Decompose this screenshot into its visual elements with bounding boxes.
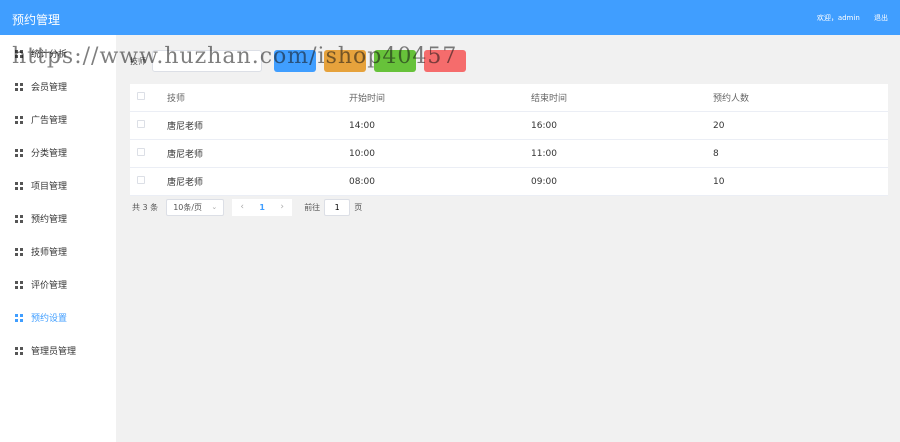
chevron-down-icon: ⌄ bbox=[211, 203, 218, 211]
grid-icon bbox=[15, 247, 23, 256]
sidebar-item-label: 预约设置 bbox=[31, 314, 68, 324]
grid-icon bbox=[15, 82, 23, 91]
technician-search-input[interactable] bbox=[152, 50, 262, 72]
sidebar-item-technicians[interactable]: 技师管理 bbox=[0, 235, 116, 268]
sidebar-item-members[interactable]: 会员管理 bbox=[0, 70, 116, 103]
table-cell: 20 bbox=[713, 120, 725, 131]
table-row[interactable]: 唐尼老师 14:00 16:00 20 bbox=[130, 112, 888, 140]
goto-page-input[interactable] bbox=[324, 198, 351, 216]
current-page[interactable]: 1 bbox=[252, 198, 273, 216]
sidebar-item-label: 管理员管理 bbox=[31, 347, 77, 357]
sidebar-item-appointment-settings[interactable]: 预约设置 bbox=[0, 301, 116, 334]
grid-icon bbox=[15, 49, 23, 58]
sidebar-item-label: 广告管理 bbox=[31, 116, 68, 126]
grid-icon bbox=[15, 346, 23, 355]
add-button[interactable] bbox=[324, 50, 366, 72]
row-checkbox[interactable] bbox=[137, 120, 145, 128]
next-page-icon[interactable]: › bbox=[272, 198, 293, 216]
sidebar-item-label: 会员管理 bbox=[31, 83, 68, 93]
table-cell: 8 bbox=[713, 148, 719, 159]
column-header: 开始时间 bbox=[349, 94, 386, 104]
grid-icon bbox=[15, 280, 23, 289]
column-header: 结束时间 bbox=[531, 94, 568, 104]
sidebar-item-label: 评价管理 bbox=[31, 281, 68, 291]
table-row[interactable]: 唐尼老师 08:00 09:00 10 bbox=[130, 168, 888, 196]
sidebar-item-label: 技师管理 bbox=[31, 248, 68, 258]
sidebar-item-appointments[interactable]: 预约管理 bbox=[0, 202, 116, 235]
appointment-settings-table: 技师 开始时间 结束时间 预约人数 唐尼老师 14:00 16:00 20 唐尼… bbox=[130, 84, 888, 196]
table-cell: 09:00 bbox=[531, 176, 557, 187]
sidebar-item-ads[interactable]: 广告管理 bbox=[0, 103, 116, 136]
top-header: 预约管理 欢迎，admin 退出 bbox=[0, 0, 900, 35]
column-header: 预约人数 bbox=[713, 94, 750, 104]
table-row[interactable]: 唐尼老师 10:00 11:00 8 bbox=[130, 140, 888, 168]
table-cell: 10:00 bbox=[349, 148, 375, 159]
goto-label: 前往 bbox=[304, 202, 321, 212]
column-header: 技师 bbox=[167, 94, 186, 104]
row-checkbox[interactable] bbox=[137, 176, 145, 184]
search-bar: 技师 bbox=[130, 49, 466, 73]
sidebar-item-label: 预约管理 bbox=[31, 215, 68, 225]
goto-suffix: 页 bbox=[354, 202, 363, 212]
search-label: 技师 bbox=[130, 56, 146, 66]
table-cell: 08:00 bbox=[349, 176, 375, 187]
sidebar-item-label: 统计分析 bbox=[31, 50, 68, 60]
page-size-select[interactable]: 10条/页 ⌄ bbox=[166, 198, 225, 216]
user-area: 欢迎，admin 退出 bbox=[805, 13, 888, 23]
total-count: 共 3 条 bbox=[132, 202, 159, 212]
sidebar-item-statistics[interactable]: 统计分析 bbox=[0, 37, 116, 70]
logout-link[interactable]: 退出 bbox=[874, 14, 888, 22]
prev-page-icon[interactable]: ‹ bbox=[232, 198, 253, 216]
sidebar-item-admins[interactable]: 管理员管理 bbox=[0, 334, 116, 367]
table-cell: 16:00 bbox=[531, 120, 557, 131]
table-cell: 唐尼老师 bbox=[167, 150, 204, 160]
pagination: 共 3 条 10条/页 ⌄ ‹ 1 › 前往 页 bbox=[132, 198, 362, 216]
sidebar-item-label: 项目管理 bbox=[31, 182, 68, 192]
page-size-value: 10条/页 bbox=[173, 202, 203, 212]
delete-button[interactable] bbox=[424, 50, 466, 72]
grid-icon bbox=[15, 148, 23, 157]
table-cell: 11:00 bbox=[531, 148, 557, 159]
search-button[interactable] bbox=[274, 50, 316, 72]
welcome-text: 欢迎，admin bbox=[816, 14, 860, 22]
table-cell: 唐尼老师 bbox=[167, 122, 204, 132]
grid-icon bbox=[15, 115, 23, 124]
grid-icon bbox=[15, 214, 23, 223]
sidebar-item-reviews[interactable]: 评价管理 bbox=[0, 268, 116, 301]
table-cell: 14:00 bbox=[349, 120, 375, 131]
main-content: 技师 技师 开始时间 结束时间 预约人数 唐尼老师 14:00 16:00 20… bbox=[116, 35, 900, 442]
table-header-row: 技师 开始时间 结束时间 预约人数 bbox=[130, 84, 888, 112]
sidebar-item-projects[interactable]: 项目管理 bbox=[0, 169, 116, 202]
grid-icon bbox=[15, 181, 23, 190]
table-cell: 唐尼老师 bbox=[167, 178, 204, 188]
table-cell: 10 bbox=[713, 176, 725, 187]
select-all-checkbox[interactable] bbox=[137, 92, 145, 100]
sidebar: 统计分析 会员管理 广告管理 分类管理 项目管理 预约管理 技师管理 评价管理 … bbox=[0, 35, 116, 442]
edit-button[interactable] bbox=[374, 50, 416, 72]
grid-icon bbox=[15, 313, 23, 322]
page-nav: ‹ 1 › bbox=[232, 198, 293, 216]
sidebar-item-categories[interactable]: 分类管理 bbox=[0, 136, 116, 169]
row-checkbox[interactable] bbox=[137, 148, 145, 156]
app-title: 预约管理 bbox=[12, 13, 61, 27]
sidebar-item-label: 分类管理 bbox=[31, 149, 68, 159]
